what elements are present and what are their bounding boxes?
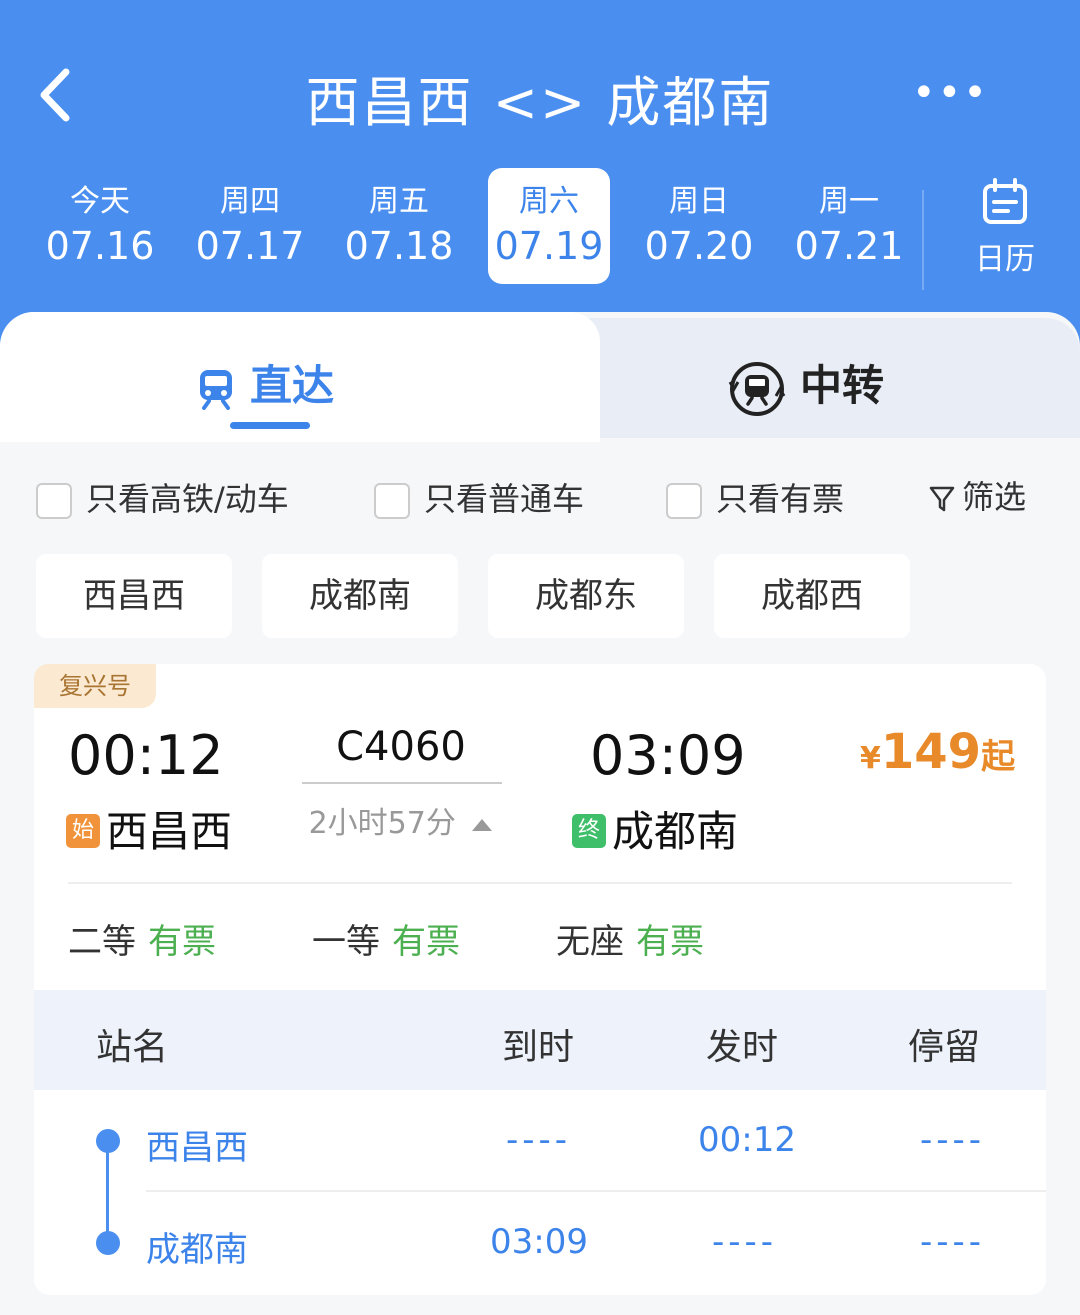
calendar-button[interactable]: 日历	[955, 178, 1055, 278]
train-number-underline	[302, 782, 502, 784]
price: ¥149起	[860, 724, 1015, 780]
row-divider	[146, 1190, 1046, 1192]
filter-button-label: 筛选	[962, 478, 1027, 516]
transfer-train-icon	[728, 361, 786, 416]
filter-label: 只看高铁/动车	[86, 480, 289, 518]
date-tab-date: 07.20	[644, 224, 754, 268]
date-tab-1[interactable]: 周四 07.17	[189, 168, 311, 284]
arrive-time: 03:09	[590, 724, 746, 787]
date-tab-date: 07.21	[794, 224, 904, 268]
seat-availability: 有票	[392, 922, 460, 962]
train-icon	[200, 369, 232, 410]
seat-availability: 有票	[636, 922, 704, 962]
stop-depart-time: ----	[712, 1222, 778, 1262]
stop-station-name: 西昌西	[146, 1128, 248, 1168]
timeline-dot	[96, 1231, 120, 1255]
duration-toggle[interactable]: 2小时57分	[300, 798, 502, 842]
arrive-station: 终成都南	[572, 798, 738, 859]
seat-type: 无座	[556, 922, 624, 962]
date-tab-date: 07.17	[195, 224, 305, 268]
column-header-arrive: 到时	[502, 1027, 575, 1068]
date-tab-weekday: 周六	[519, 184, 579, 219]
arrive-station-name: 成都南	[612, 807, 739, 856]
column-header-depart: 发时	[706, 1027, 779, 1068]
tab-direct-label: 直达	[250, 361, 335, 410]
filter-button[interactable]: 筛选	[928, 472, 1026, 518]
filter-normal-only[interactable]: 只看普通车	[374, 474, 585, 519]
date-tab-weekday: 周五	[369, 184, 429, 219]
train-type-badge: 复兴号	[34, 664, 156, 708]
depart-station: 始西昌西	[66, 798, 232, 859]
stop-arrive-time: 03:09	[490, 1222, 588, 1262]
date-tab-3-selected[interactable]: 周六 07.19	[488, 168, 610, 284]
price-suffix: 起	[981, 737, 1016, 777]
date-tab-2[interactable]: 周五 07.18	[338, 168, 460, 284]
active-tab-indicator	[230, 422, 310, 429]
checkbox[interactable]	[666, 483, 702, 519]
tab-transfer[interactable]: 中转	[728, 352, 885, 416]
date-tab-weekday: 周四	[220, 184, 280, 219]
calendar-label: 日历	[975, 242, 1035, 277]
seat-second-class[interactable]: 二等 有票	[68, 914, 216, 963]
filter-highspeed-only[interactable]: 只看高铁/动车	[36, 474, 289, 519]
filter-label: 只看普通车	[424, 480, 585, 518]
duration-text: 2小时57分	[308, 806, 456, 841]
date-tab-0[interactable]: 今天 07.16	[39, 168, 161, 284]
checkbox[interactable]	[36, 483, 72, 519]
date-tab-weekday: 周日	[669, 184, 729, 219]
station-chip[interactable]: 成都东	[488, 554, 684, 638]
column-header-station: 站名	[96, 1027, 169, 1068]
filter-available-only[interactable]: 只看有票	[666, 474, 845, 519]
stop-stay-time: ----	[920, 1120, 986, 1160]
calendar-icon	[983, 178, 1027, 224]
date-tab-4[interactable]: 周日 07.20	[638, 168, 760, 284]
stop-stay-time: ----	[920, 1222, 986, 1262]
seat-type: 二等	[68, 922, 136, 962]
timeline-dot	[96, 1129, 120, 1153]
station-chip[interactable]: 成都西	[714, 554, 910, 638]
date-tab-date: 07.16	[45, 224, 155, 268]
more-options-button[interactable]: •••	[912, 70, 987, 120]
date-tab-5[interactable]: 周一 07.21	[788, 168, 910, 284]
tab-direct[interactable]: 直达	[196, 352, 334, 412]
depart-station-name: 西昌西	[106, 807, 233, 856]
train-number: C4060	[336, 724, 466, 770]
calendar-divider	[922, 190, 924, 290]
station-chip[interactable]: 成都南	[262, 554, 458, 638]
column-header-stay: 停留	[908, 1027, 981, 1068]
seat-type: 一等	[312, 922, 380, 962]
checkbox[interactable]	[374, 483, 410, 519]
date-tab-date: 07.19	[494, 224, 604, 268]
funnel-icon	[929, 486, 955, 512]
seat-availability: 有票	[148, 922, 216, 962]
date-tab-weekday: 周一	[819, 184, 879, 219]
timeline-line	[106, 1142, 109, 1242]
stop-depart-time: 00:12	[698, 1120, 796, 1160]
date-tab-weekday: 今天	[70, 184, 130, 219]
seat-no-seat[interactable]: 无座 有票	[556, 914, 704, 963]
card-divider	[68, 882, 1012, 884]
end-tag: 终	[572, 813, 606, 848]
price-currency: ¥	[860, 741, 881, 776]
date-tab-date: 07.18	[344, 224, 454, 268]
tab-transfer-label: 中转	[800, 361, 885, 410]
caret-up-icon	[472, 819, 493, 831]
stop-arrive-time: ----	[506, 1120, 572, 1160]
start-tag: 始	[66, 813, 100, 848]
price-value: 149	[880, 724, 982, 780]
seat-first-class[interactable]: 一等 有票	[312, 914, 460, 963]
stop-station-name: 成都南	[146, 1230, 248, 1270]
station-chip[interactable]: 西昌西	[36, 554, 232, 638]
depart-time: 00:12	[68, 724, 224, 787]
filter-label: 只看有票	[716, 480, 845, 518]
